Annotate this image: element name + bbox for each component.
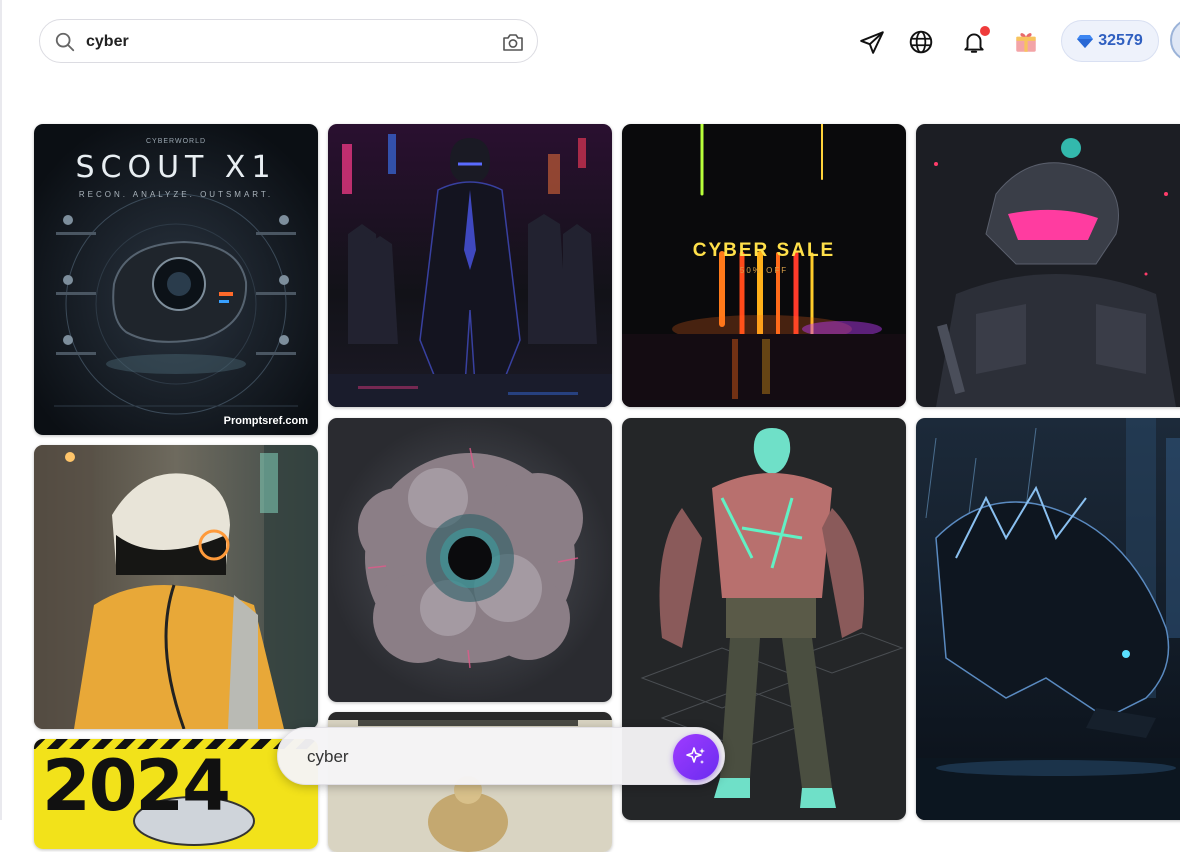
left-edge <box>0 0 2 820</box>
camera-icon[interactable] <box>501 31 525 53</box>
sparkle-icon <box>686 747 705 764</box>
eye-cloud-image <box>328 418 612 702</box>
poster-2024-title: 2024 <box>42 745 231 827</box>
card-helmet-yellow-jacket[interactable] <box>34 445 318 729</box>
gift-icon[interactable] <box>1013 29 1039 55</box>
search-icon <box>55 32 75 52</box>
credits-count: 32579 <box>1098 32 1143 49</box>
notification-dot <box>979 25 991 37</box>
send-icon[interactable] <box>859 29 885 55</box>
card-cyber-soldier-mask[interactable] <box>916 124 1180 407</box>
card-2024-poster[interactable]: 2024 <box>34 739 318 849</box>
card-cyber-panther[interactable] <box>916 418 1180 820</box>
search-input[interactable]: cyber <box>86 33 129 51</box>
globe-icon[interactable] <box>908 29 934 55</box>
poster-title: SCOUT X1 <box>75 150 277 185</box>
poster-kicker: CYBERWORLD <box>145 138 207 145</box>
watermark: Promptsref.com <box>223 415 308 427</box>
sale-title: CYBER SALE <box>692 240 836 261</box>
helmet-image <box>34 445 318 729</box>
card-cyber-trench-coat-walker[interactable] <box>328 124 612 407</box>
sale-subtitle: 50% OFF <box>739 266 789 275</box>
card-cyber-eye-cloud[interactable] <box>328 418 612 702</box>
poster-subtitle: RECON. ANALYZE. OUTSMART. <box>78 190 274 199</box>
soldier-image <box>916 124 1180 407</box>
prompt-input[interactable]: cyber <box>307 747 349 767</box>
panther-image <box>916 418 1180 820</box>
card-cyber-sale[interactable]: CYBER SALE 50% OFF <box>622 124 906 407</box>
search-box[interactable]: cyber <box>39 19 538 63</box>
prompt-bar[interactable]: cyber <box>277 727 725 785</box>
avatar[interactable] <box>1170 18 1180 62</box>
generate-button[interactable] <box>673 734 719 780</box>
credits-badge[interactable]: 32579 <box>1061 20 1159 62</box>
walker-image <box>328 124 612 407</box>
diamond-icon <box>1077 35 1094 48</box>
card-scout-x1-poster[interactable]: CYBERWORLD SCOUT X1 RECON. ANALYZE. OUTS… <box>34 124 318 435</box>
